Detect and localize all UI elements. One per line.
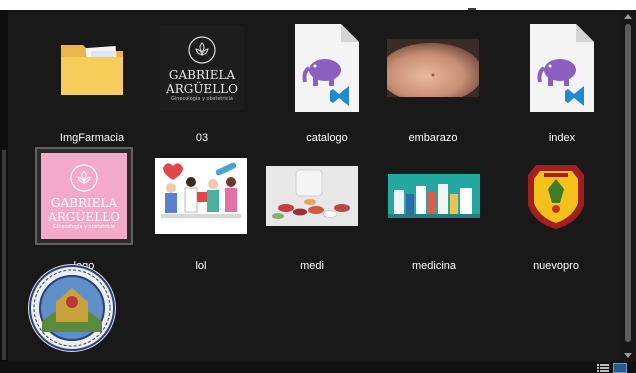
pregnancy-photo-thumbnail (385, 20, 481, 116)
brand-name-line2: ARGÜELLO (48, 209, 120, 224)
pills-photo-thumbnail (264, 148, 360, 244)
brand-name-line1: GABRIELA (168, 67, 236, 82)
file-item-index[interactable]: index (514, 20, 610, 144)
file-item-lol[interactable]: lol (153, 148, 249, 272)
file-label: catalogo (306, 132, 348, 144)
nav-scrollbar-thumb[interactable] (2, 150, 6, 360)
vscode-php-file-icon (514, 20, 610, 116)
vertical-scrollbar[interactable] (620, 10, 636, 362)
file-item-nuevopro[interactable]: nuevopro (508, 148, 604, 272)
file-item-medi[interactable]: medi (264, 148, 360, 272)
flower-logo-icon (70, 163, 98, 192)
scrollbar-thumb[interactable] (625, 24, 631, 342)
file-item-embarazo[interactable]: embarazo (385, 20, 481, 144)
status-bar (0, 362, 636, 373)
file-label: lol (195, 260, 207, 272)
file-label: medi (300, 260, 324, 272)
window-top-edge (0, 0, 636, 10)
brand-name-line1: GABRIELA (50, 195, 118, 210)
logo-dark-thumbnail: GABRIELA ARGÜELLO Ginecología y obstetri… (154, 20, 250, 116)
brand-name-line2: ARGÜELLO (166, 81, 238, 96)
file-label: ImgFarmacia (59, 132, 125, 144)
file-item-catalogo[interactable]: catalogo (279, 20, 375, 144)
brand-subtitle: Ginecología y obstetricia (52, 223, 115, 230)
file-item-medicina[interactable]: medicina (386, 148, 482, 272)
file-item-imgfarmacia[interactable]: ImgFarmacia (44, 20, 140, 144)
navigation-pane-edge (0, 10, 8, 362)
scroll-up-icon[interactable] (624, 14, 632, 19)
details-view-icon[interactable] (597, 364, 609, 372)
shield-crest-thumbnail (508, 148, 604, 244)
medicine-shelf-thumbnail (386, 148, 482, 244)
flower-logo-icon (188, 35, 216, 64)
file-item-03[interactable]: GABRIELA ARGÜELLO Ginecología y obstetri… (154, 20, 250, 144)
file-item-u[interactable] (24, 260, 120, 372)
vscode-php-file-icon (279, 20, 375, 116)
file-label: 03 (195, 132, 209, 144)
large-icons-view-icon[interactable] (613, 363, 627, 373)
file-label: nuevopro (533, 260, 579, 272)
scroll-down-icon[interactable] (624, 353, 632, 358)
file-label: index (548, 132, 576, 144)
doctors-illustration-thumbnail (153, 148, 249, 244)
brand-subtitle: Ginecología y obstetricia (170, 95, 233, 102)
university-seal-thumbnail (24, 260, 120, 356)
file-label: embarazo (408, 132, 458, 144)
folder-icon (44, 20, 140, 116)
file-view-pane: ImgFarmacia GABRIELA ARGÜELLO Ginecologí… (8, 10, 620, 362)
file-label: medicina (411, 260, 457, 272)
logo-pink-thumbnail: GABRIELA ARGÜELLO Ginecología y obstetri… (35, 147, 133, 245)
file-item-logo[interactable]: GABRIELA ARGÜELLO Ginecología y obstetri… (35, 147, 133, 272)
